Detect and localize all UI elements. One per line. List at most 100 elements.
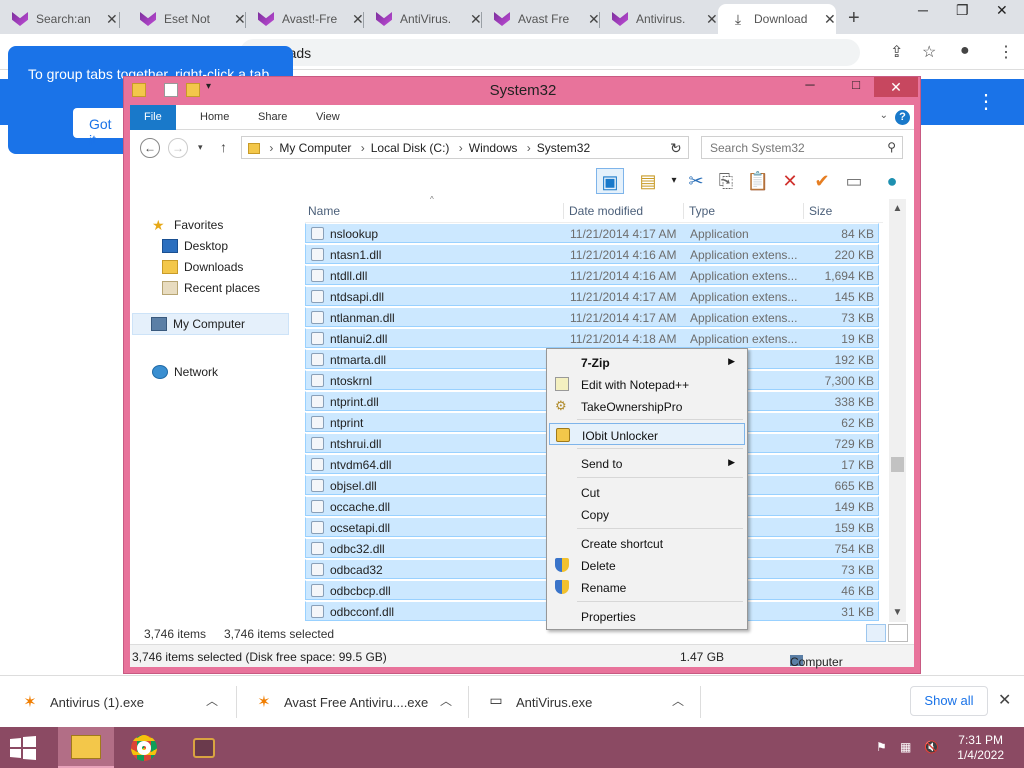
tab-home[interactable]: Home [186,105,243,130]
paste-icon[interactable]: 📋 [744,168,772,194]
file-row[interactable]: ntdll.dll 11/21/2014 4:16 AM Application e… [305,265,879,285]
chrome-menu-icon[interactable]: ⋮ [998,42,1014,62]
expand-ribbon-icon[interactable]: ⌄ [880,110,888,121]
menu-item-create-shortcut[interactable]: Create shortcut [549,532,745,554]
show-all-button[interactable]: Show all [910,686,988,716]
download-item[interactable]: ✶ Antivirus (1).exe ︿ [20,676,230,728]
chevron-up-icon[interactable]: ︿ [672,692,684,709]
refresh-icon[interactable]: ↻ [670,140,682,157]
vertical-scrollbar[interactable]: ▲ ▼ [889,199,906,622]
download-item[interactable]: ▭ AntiVirus.exe ︿ [486,676,696,728]
folder-options-icon[interactable]: ▤ [634,168,662,194]
new-tab-icon[interactable]: + [848,7,860,30]
nav-network[interactable]: Network [152,365,218,379]
browser-tab[interactable]: Search:an ✕ [0,4,120,34]
file-row[interactable]: ntlanman.dll 11/21/2014 4:17 AM Applicatio… [305,307,879,327]
delete-icon[interactable]: ✕ [776,168,804,194]
taskbar-chrome[interactable] [116,727,172,768]
close-tab-icon[interactable]: ✕ [106,11,118,28]
windows-start-icon[interactable] [8,736,38,760]
browser-tab[interactable]: AntiVirus. ✕ [364,4,482,34]
column-date-modified[interactable]: Date modified [569,204,643,218]
taskbar-iobit-unlocker[interactable] [176,727,232,768]
chevron-up-icon[interactable]: ︿ [206,692,218,709]
help-icon[interactable]: ? [895,110,910,125]
properties-icon[interactable]: ▭ [840,168,868,194]
menu-item-takeownership[interactable]: ⚙ TakeOwnershipPro [549,395,745,417]
menu-item-rename[interactable]: Rename [549,576,745,598]
recent-locations-icon[interactable]: ▾ [198,142,203,153]
globe-icon[interactable]: ● [878,168,906,194]
share-icon[interactable]: ⇪ [890,42,903,62]
breadcrumb-item[interactable]: My Computer [279,141,351,155]
file-row[interactable]: nslookup 11/21/2014 4:17 AM Application 84 … [305,223,879,243]
close-window-icon[interactable]: ✕ [874,77,918,97]
file-row[interactable]: ntdsapi.dll 11/21/2014 4:17 AM Application… [305,286,879,306]
bookmark-star-icon[interactable]: ☆ [922,42,936,62]
maximize-icon[interactable]: □ [842,77,870,97]
browser-tab[interactable]: Eset Not ✕ [128,4,246,34]
column-type[interactable]: Type [689,204,715,218]
nav-desktop[interactable]: Desktop [162,239,228,253]
file-row[interactable]: ntasn1.dll 11/21/2014 4:16 AM Application … [305,244,879,264]
close-tab-icon[interactable]: ✕ [588,11,600,28]
nav-my-computer[interactable]: My Computer [132,313,289,335]
address-bar[interactable]: ownloads [240,39,860,66]
column-size[interactable]: Size [809,204,832,218]
download-item[interactable]: ✶ Avast Free Antiviru....exe ︿ [254,676,464,728]
close-tab-icon[interactable]: ✕ [470,11,482,28]
scroll-thumb[interactable] [891,457,904,472]
close-shelf-icon[interactable]: ✕ [998,690,1011,710]
cut-icon[interactable]: ✂ [682,168,710,194]
file-row[interactable]: ntlanui2.dll 11/21/2014 4:18 AM Applicatio… [305,328,879,348]
close-tab-icon[interactable]: ✕ [824,11,836,28]
column-name[interactable]: Name [308,204,340,218]
action-center-flag-icon[interactable]: ⚑ [876,740,887,754]
copy-icon[interactable]: ⎘ [712,168,740,194]
browser-tab[interactable]: Antivirus. ✕ [600,4,718,34]
minimize-icon[interactable]: ─ [918,2,928,18]
large-icons-view-icon[interactable] [888,624,908,642]
menu-item-7zip[interactable]: 7-Zip ▶ [549,351,745,373]
rename-check-icon[interactable]: ✔ [808,168,836,194]
nav-favorites[interactable]: ★ Favorites [152,218,223,232]
menu-item-delete[interactable]: Delete [549,554,745,576]
menu-item-iobit-unlocker[interactable]: IObit Unlocker [549,423,745,445]
close-tab-icon[interactable]: ✕ [234,11,246,28]
nav-recent-places[interactable]: Recent places [162,281,260,295]
menu-item-properties[interactable]: Properties [549,605,745,627]
close-tab-icon[interactable]: ✕ [706,11,718,28]
preview-pane-icon[interactable]: ▣ [596,168,624,194]
browser-tab-active[interactable]: ⤓ Download ✕ [718,4,836,34]
volume-muted-icon[interactable]: 🔇 [924,740,939,754]
chevron-up-icon[interactable]: ︿ [440,692,452,709]
menu-item-copy[interactable]: Copy [549,503,745,525]
tab-file[interactable]: File [130,105,176,130]
back-icon[interactable]: ← [140,138,160,158]
menu-item-send-to[interactable]: Send to ▶ [549,452,745,474]
restore-icon[interactable]: ❐ [956,2,969,19]
browser-tab[interactable]: Avast Fre ✕ [482,4,600,34]
menu-item-edit-notepad[interactable]: Edit with Notepad++ [549,373,745,395]
more-options-icon[interactable]: ⋮ [976,89,996,114]
tab-share[interactable]: Share [244,105,301,130]
close-window-icon[interactable]: ✕ [996,2,1008,19]
browser-tab[interactable]: Avast!-Fre ✕ [246,4,364,34]
nav-downloads[interactable]: Downloads [162,260,243,274]
breadcrumb-item[interactable]: System32 [537,141,590,155]
close-tab-icon[interactable]: ✕ [352,11,364,28]
search-input[interactable]: Search System32 ⚲ [701,136,903,159]
address-breadcrumb[interactable]: › My Computer › Local Disk (C:) › Windows ›… [241,136,689,159]
up-icon[interactable]: ↑ [220,139,227,155]
scroll-up-icon[interactable]: ▲ [889,203,906,214]
profile-avatar-icon[interactable]: ● [960,42,970,60]
details-view-icon[interactable] [866,624,886,642]
breadcrumb-item[interactable]: Windows [469,141,518,155]
forward-icon[interactable]: → [168,138,188,158]
tab-view[interactable]: View [302,105,354,130]
breadcrumb-item[interactable]: Local Disk (C:) [371,141,450,155]
system-clock[interactable]: 7:31 PM 1/4/2022 [957,733,1004,763]
taskbar-file-explorer[interactable] [58,727,114,768]
menu-item-cut[interactable]: Cut [549,481,745,503]
network-status-icon[interactable]: ▦ [900,740,911,754]
